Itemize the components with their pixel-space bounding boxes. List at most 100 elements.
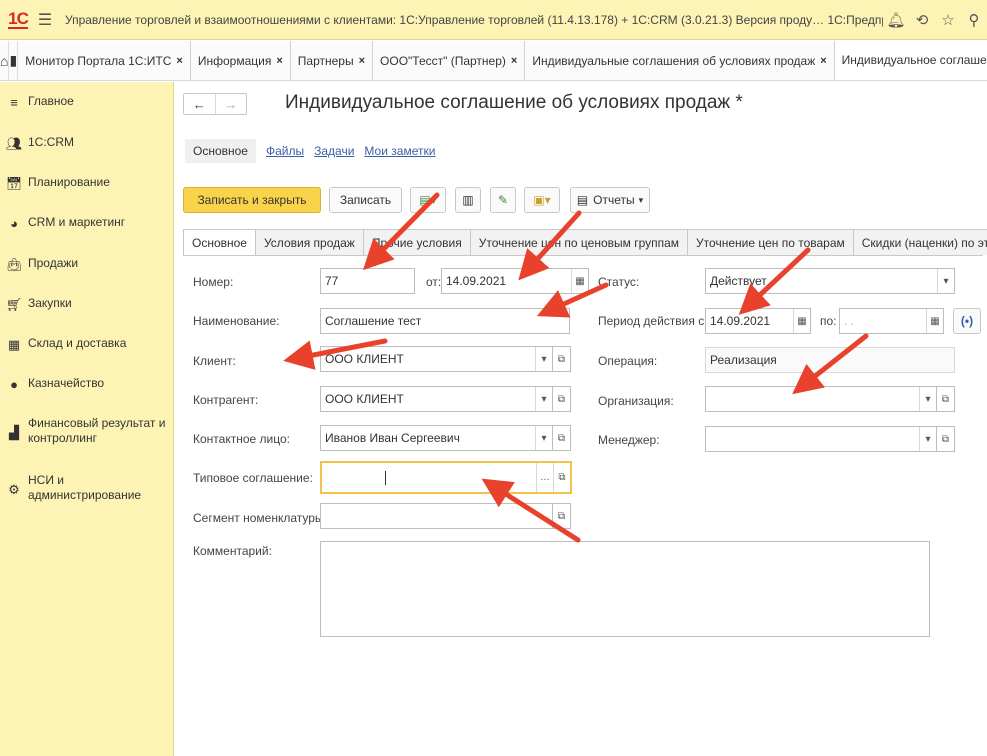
sidebar-item-planning[interactable]: 📅︎ Планирование: [0, 175, 174, 192]
period-from-field[interactable]: 14.09.2021 ▦: [705, 308, 811, 334]
open-windows-bar: ⌂ ▮ Монитор Портала 1С:ИТС × Информация × …: [0, 41, 987, 81]
open-icon[interactable]: ⧉: [553, 386, 571, 412]
counterparty-field[interactable]: ООО КЛИЕНТ ▾: [320, 386, 553, 412]
tab-price-goods[interactable]: Уточнение цен по товарам: [687, 229, 854, 255]
client-field[interactable]: ООО КЛИЕНТ ▾: [320, 346, 553, 372]
close-icon[interactable]: ×: [820, 55, 826, 67]
gear-icon: ⚙: [8, 482, 20, 497]
sidebar-item-treasury[interactable]: ● Казначейство: [0, 376, 174, 392]
calendar-icon[interactable]: ▦: [571, 269, 588, 293]
open-icon[interactable]: ⧉: [553, 503, 571, 529]
link-tasks[interactable]: Задачи: [314, 144, 354, 158]
reports-button[interactable]: ▤ Отчеты ▾: [570, 187, 650, 213]
operation-field: Реализация: [705, 347, 955, 373]
save-and-close-button[interactable]: Записать и закрыть: [183, 187, 321, 213]
link-main-current[interactable]: Основное: [185, 139, 256, 163]
menu-icon: ≡: [10, 95, 18, 110]
coin-icon: ●: [10, 377, 18, 392]
pie-chart-icon: ◕: [10, 216, 18, 231]
open-tab-info[interactable]: Информация ×: [191, 41, 291, 80]
contact-field[interactable]: Иванов Иван Сергеевич ▾: [320, 425, 553, 451]
chevron-down-icon[interactable]: ▾: [535, 426, 552, 450]
sidebar-item-sales[interactable]: 👜︎ Продажи: [0, 256, 174, 273]
close-icon[interactable]: ×: [511, 55, 517, 67]
comment-label: Комментарий:: [193, 544, 272, 558]
edit-button[interactable]: ✎: [490, 187, 516, 213]
link-files[interactable]: Файлы: [266, 144, 304, 158]
sidebar-item-purchases[interactable]: 🛒︎ Закупки: [0, 296, 174, 313]
sidebar-item-main[interactable]: ≡ Главное: [0, 94, 174, 110]
tab-discounts[interactable]: Скидки (наценки) по этому со: [852, 229, 987, 255]
window-title: Управление торговлей и взаимоотношениями…: [65, 12, 883, 27]
sidebar-item-crm[interactable]: 👥︎ 1С:CRM: [0, 135, 174, 152]
calendar-icon[interactable]: ▦: [926, 309, 943, 333]
period-to-field[interactable]: . . ▦: [839, 308, 944, 334]
tab-main[interactable]: Основное: [183, 229, 256, 255]
open-icon[interactable]: ⧉: [937, 386, 955, 412]
period-choice-button[interactable]: (•): [953, 308, 981, 334]
date-field[interactable]: 14.09.2021 ▦: [441, 268, 589, 294]
open-tab-its[interactable]: Монитор Портала 1С:ИТС ×: [18, 41, 191, 80]
period-to-label: по:: [820, 314, 837, 328]
calendar-icon[interactable]: ▦: [793, 309, 810, 333]
open-icon[interactable]: ⧉: [553, 463, 570, 492]
sidebar-item-finance[interactable]: ▟ Финансовый результат и контроллинг: [0, 416, 174, 446]
calculator-button[interactable]: ▥: [455, 187, 481, 213]
counterparty-label: Контрагент:: [193, 393, 259, 407]
open-tab-agreements-list[interactable]: Индивидуальные соглашения об условиях пр…: [525, 41, 835, 80]
pin-icon[interactable]: ▮: [9, 41, 19, 80]
typical-agreement-field[interactable]: … ⧉: [320, 461, 572, 494]
open-tab-current-agreement[interactable]: Индивидуальное соглашен: [834, 41, 987, 80]
forward-button[interactable]: →: [216, 94, 247, 114]
star-icon[interactable]: ☆: [935, 11, 961, 29]
segment-field[interactable]: [320, 503, 553, 529]
open-icon[interactable]: ⧉: [553, 425, 571, 451]
sidebar-item-warehouse[interactable]: ▦ Склад и доставка: [0, 336, 174, 353]
name-label: Наименование:: [193, 314, 280, 328]
organization-field[interactable]: ▾: [705, 386, 937, 412]
chevron-down-icon[interactable]: ▾: [535, 387, 552, 411]
close-icon[interactable]: ×: [176, 55, 182, 67]
open-tab-partner-test[interactable]: ООО"Тесст" (Партнер) ×: [373, 41, 526, 80]
status-field[interactable]: Действует ▾: [705, 268, 955, 294]
save-button[interactable]: Записать: [329, 187, 402, 213]
back-button[interactable]: ←: [184, 94, 216, 114]
ellipsis-icon[interactable]: …: [536, 463, 553, 492]
organization-label: Организация:: [598, 394, 674, 408]
chevron-down-icon[interactable]: ▾: [919, 387, 936, 411]
sidebar-item-nsi[interactable]: ⚙ НСИ и администрирование: [0, 473, 174, 503]
calendar-icon: 📅︎: [5, 176, 23, 191]
chevron-down-icon[interactable]: ▾: [919, 427, 936, 451]
tab-sales-terms[interactable]: Условия продаж: [254, 229, 364, 255]
client-label: Клиент:: [193, 354, 236, 368]
tab-price-groups[interactable]: Уточнение цен по ценовым группам: [469, 229, 689, 255]
open-icon[interactable]: ⧉: [553, 346, 571, 372]
number-field[interactable]: 77: [320, 268, 415, 294]
bell-icon[interactable]: 🔔︎: [883, 11, 909, 29]
print-icon: ▣▾: [533, 193, 551, 207]
close-icon[interactable]: ×: [276, 55, 282, 67]
print-button[interactable]: ▣▾: [524, 187, 560, 213]
text-cursor: [385, 470, 386, 485]
manager-field[interactable]: ▾: [705, 426, 937, 452]
chevron-down-icon[interactable]: ▾: [535, 347, 552, 371]
period-icon: (•): [960, 314, 974, 328]
form-nav-links: Основное Файлы Задачи Мои заметки: [185, 138, 435, 164]
calculator-icon: ▥: [462, 193, 474, 207]
name-field[interactable]: Соглашение тест: [320, 308, 570, 334]
home-icon[interactable]: ⌂: [0, 41, 10, 80]
chevron-down-icon[interactable]: ▾: [937, 269, 954, 293]
search-icon[interactable]: ⚲: [961, 11, 987, 29]
tab-other-terms[interactable]: Прочие условия: [362, 229, 471, 255]
create-based-on-button[interactable]: ▤▾: [410, 187, 446, 213]
close-icon[interactable]: ×: [359, 55, 365, 67]
form-toolbar: Записать и закрыть Записать ▤▾ ▥ ✎ ▣▾ ▤ О…: [183, 187, 650, 213]
link-my-notes[interactable]: Мои заметки: [364, 144, 435, 158]
history-icon[interactable]: ⟲: [909, 11, 935, 29]
open-icon[interactable]: ⧉: [937, 426, 955, 452]
contact-label: Контактное лицо:: [193, 432, 290, 446]
sidebar-item-crm-marketing[interactable]: ◕ CRM и маркетинг: [0, 215, 174, 231]
comment-textarea[interactable]: [320, 541, 930, 637]
hamburger-menu-icon[interactable]: ☰: [33, 10, 57, 30]
open-tab-partners[interactable]: Партнеры ×: [291, 41, 374, 80]
